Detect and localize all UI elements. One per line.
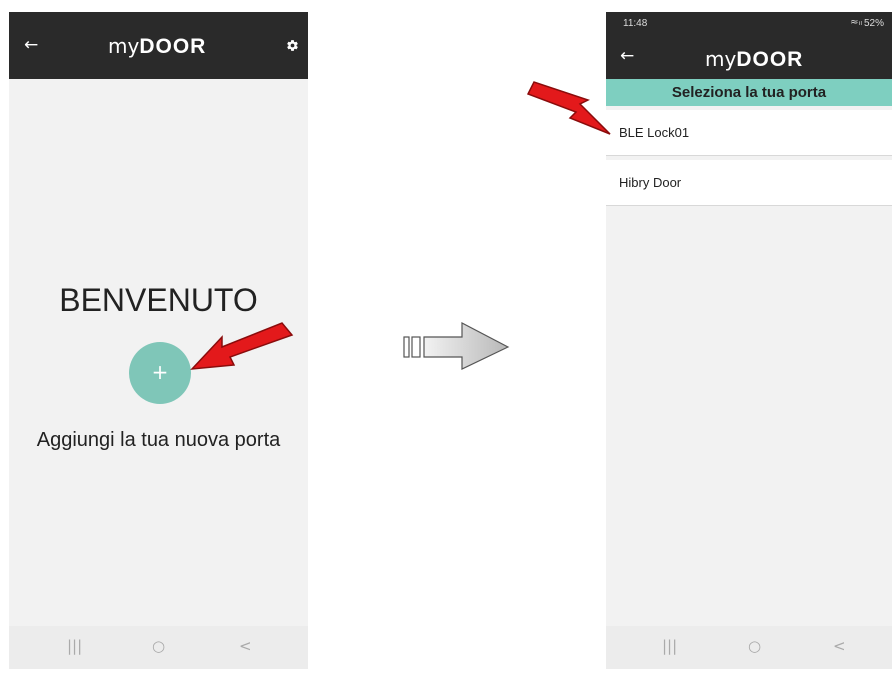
status-bar: 11:48 52% ≈ᵢₗ <box>606 12 892 32</box>
status-time: 11:48 <box>623 18 648 29</box>
back-arrow-icon[interactable]: ← <box>620 46 634 66</box>
home-icon[interactable]: ○ <box>152 637 165 655</box>
logo-main: DOOR <box>139 35 207 58</box>
add-door-label: Aggiungi la tua nuova porta <box>36 429 281 451</box>
app-bar: 11:48 52% ≈ᵢₗ ← myDOOR <box>606 12 892 79</box>
app-logo: myDOOR <box>705 47 803 72</box>
logo-prefix: my <box>705 47 737 71</box>
system-nav-bar: ||| ○ < <box>606 626 892 669</box>
select-door-header: Seleziona la tua porta <box>606 79 892 106</box>
app-logo: myDOOR <box>108 34 206 59</box>
home-icon[interactable]: ○ <box>748 637 761 655</box>
pointer-arrow-icon <box>190 322 294 370</box>
plus-icon: + <box>151 360 169 384</box>
nav-back-icon[interactable]: < <box>239 637 252 655</box>
arrow-right-icon <box>403 322 510 370</box>
door-list-item[interactable]: BLE Lock01 <box>606 110 892 156</box>
recent-apps-icon[interactable]: ||| <box>662 637 677 655</box>
welcome-title: BENVENUTO <box>59 282 258 318</box>
signal-icon: ≈ᵢₗ <box>850 17 862 28</box>
recent-apps-icon[interactable]: ||| <box>67 637 82 655</box>
door-list-item[interactable]: Hibry Door <box>606 160 892 206</box>
nav-back-icon[interactable]: < <box>833 637 846 655</box>
back-arrow-icon[interactable]: ← <box>24 35 38 55</box>
logo-prefix: my <box>108 34 140 58</box>
status-battery: 52% <box>863 18 884 29</box>
logo-main: DOOR <box>736 48 804 71</box>
system-nav-bar: ||| ○ < <box>9 626 308 669</box>
pointer-arrow-icon <box>526 81 611 135</box>
right-phone-screen: 11:48 52% ≈ᵢₗ ← myDOOR Seleziona la tua … <box>606 12 892 669</box>
app-bar: ← myDOOR <box>9 12 308 79</box>
add-door-button[interactable]: + <box>129 342 191 404</box>
gear-icon[interactable] <box>286 39 299 52</box>
